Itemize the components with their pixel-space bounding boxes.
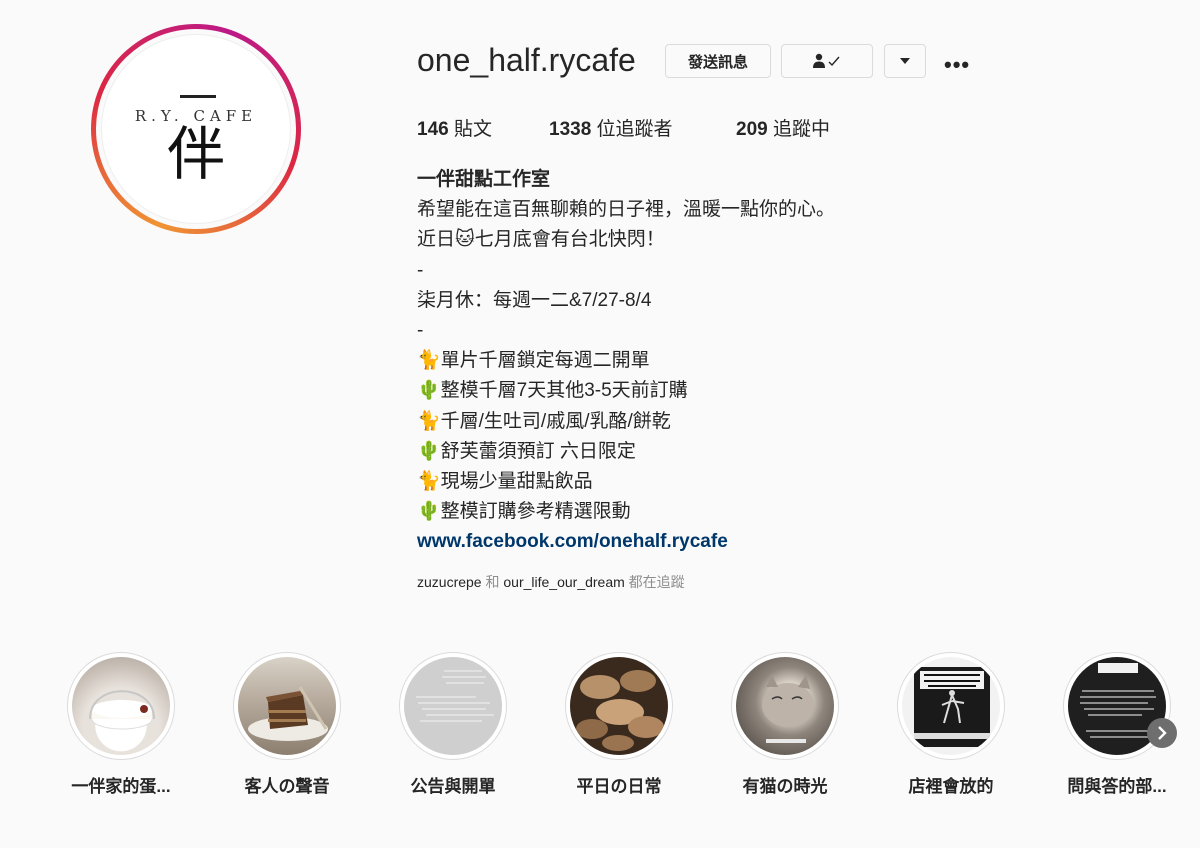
bio-line: 🌵整模訂購參考精選限動	[417, 501, 631, 523]
highlight-label: 問與答的部...	[1067, 777, 1167, 796]
logo-character: 伴	[166, 120, 225, 188]
triangle-down-icon	[900, 58, 910, 64]
bio-line: 近日🐱七月底會有台北快閃！	[417, 229, 665, 251]
logo-line	[180, 95, 216, 98]
bio-name: 一伴甜點工作室	[417, 169, 551, 190]
highlight-cover-cake	[72, 657, 170, 755]
highlight-label: 平日の日常	[576, 777, 662, 796]
following-button[interactable]	[781, 44, 873, 78]
bio-website-link[interactable]: www.facebook.com/onehalf.rycafe	[417, 527, 835, 557]
bio-line: -	[417, 259, 424, 281]
highlight-label: 客人の聲音	[244, 777, 330, 796]
more-dots-icon[interactable]: •••	[944, 52, 970, 78]
followed-by-text[interactable]: zuzucrepe 和 our_life_our_dream 都在追蹤	[417, 572, 685, 592]
highlight-label: 店裡會放的	[908, 777, 994, 796]
highlight-cover-album	[902, 657, 1000, 755]
followers-count[interactable]: 1338 位追蹤者	[549, 114, 736, 141]
bio-line: 希望能在這百無聊賴的日子裡，溫暖一點你的心。	[417, 199, 836, 221]
bio-line: -	[417, 320, 424, 342]
posts-count: 146 貼文	[417, 119, 492, 140]
highlight-item[interactable]: 客人の聲音	[204, 652, 370, 797]
bio-line: 🐈現場少量甜點飲品	[417, 471, 593, 493]
bio-line: 🌵整模千層7天其他3-5天前訂購	[417, 380, 688, 402]
bio-line: 柒月休：每週一二&7/27-8/4	[417, 289, 652, 311]
followed-by-user[interactable]: our_life_our_dream	[503, 574, 624, 590]
highlight-cover-chocolate-cake	[238, 657, 336, 755]
profile-page: R.Y. CAFE 伴 one_half.rycafe 發送訊息 ••• 146…	[0, 0, 1200, 848]
highlight-item[interactable]: 問與答的部...	[1034, 652, 1200, 797]
highlight-label: 公告與開單	[410, 777, 496, 796]
person-check-icon	[813, 53, 840, 68]
highlight-item[interactable]: 店裡會放的	[868, 652, 1034, 797]
username: one_half.rycafe	[417, 42, 636, 78]
profile-bio: 一伴甜點工作室 希望能在這百無聊賴的日子裡，溫暖一點你的心。 近日🐱七月底會有台…	[417, 165, 835, 558]
highlight-cover-mushrooms	[570, 657, 668, 755]
suggested-dropdown-button[interactable]	[884, 44, 926, 78]
highlight-label: 有猫の時光	[742, 777, 828, 796]
highlight-item[interactable]: 公告與開單	[370, 652, 536, 797]
profile-stats: 146 貼文 1338 位追蹤者 209 追蹤中	[417, 114, 830, 141]
profile-avatar-story-ring[interactable]: R.Y. CAFE 伴	[91, 24, 301, 234]
highlight-item[interactable]: 平日の日常	[536, 652, 702, 797]
highlight-item[interactable]: 有猫の時光	[702, 652, 868, 797]
avatar: R.Y. CAFE 伴	[101, 34, 291, 224]
bio-line: 🌵舒芙蕾須預訂 六日限定	[417, 440, 636, 462]
bio-line: 🐈單片千層鎖定每週二開單	[417, 350, 650, 372]
highlight-item[interactable]: 一伴家的蛋...	[38, 652, 204, 797]
highlight-cover-cat	[736, 657, 834, 755]
followed-by-user[interactable]: zuzucrepe	[417, 574, 482, 590]
highlight-label: 一伴家的蛋...	[71, 777, 171, 796]
message-button[interactable]: 發送訊息	[665, 44, 771, 78]
highlight-cover-announcement	[404, 657, 502, 755]
bio-line: 🐈千層/生吐司/戚風/乳酪/餅乾	[417, 410, 671, 432]
following-count[interactable]: 209 追蹤中	[736, 114, 830, 141]
chevron-right-icon[interactable]	[1147, 718, 1177, 748]
